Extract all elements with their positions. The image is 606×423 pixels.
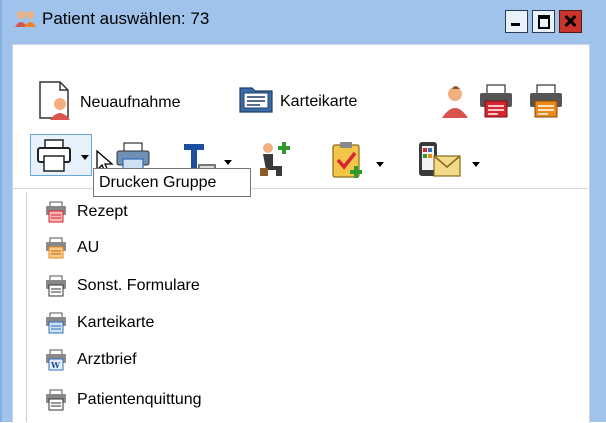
printer-orange-form-icon <box>528 84 564 123</box>
print-group-menu: Rezept AU Sonst. Formulare Karteikarte W… <box>26 192 589 422</box>
waiting-room-button[interactable] <box>256 140 296 185</box>
karteikarte-button[interactable]: Karteikarte <box>238 82 357 121</box>
menu-item-label: Arztbrief <box>77 351 137 368</box>
rezept-printer-icon <box>45 201 67 223</box>
new-patient-icon <box>36 80 74 125</box>
title-bar[interactable]: Patient auswählen: 73 <box>2 0 606 36</box>
patient-person-icon <box>440 84 470 123</box>
neuaufnahme-label: Neuaufnahme <box>80 93 181 111</box>
menu-item-label: Rezept <box>77 203 128 220</box>
window-title: Patient auswählen: 73 <box>42 9 210 28</box>
arztbrief-printer-icon: W <box>45 349 67 371</box>
svg-text:W: W <box>50 360 61 370</box>
print-group-dropdown-caret[interactable] <box>81 155 89 160</box>
phone-mail-icon <box>416 140 464 185</box>
maximize-button[interactable] <box>532 10 555 33</box>
forms-printer-icon <box>45 275 67 297</box>
menu-item-rezept[interactable]: Rezept <box>45 198 128 226</box>
sms-mail-dropdown-caret[interactable] <box>472 162 480 167</box>
text-format-dropdown-caret[interactable] <box>224 160 232 165</box>
tooltip: Drucken Gruppe <box>93 168 251 197</box>
printer-icon <box>37 139 71 178</box>
karteikarte-label: Karteikarte <box>280 92 358 110</box>
clipboard-check-button[interactable] <box>330 140 384 185</box>
patient-info-button[interactable] <box>440 84 470 123</box>
clipboard-check-add-icon <box>330 140 364 185</box>
menu-item-label: AU <box>77 239 100 256</box>
print-red-button[interactable] <box>478 84 514 123</box>
minimize-button[interactable] <box>505 10 528 33</box>
karteikarte-printer-icon <box>45 312 67 334</box>
au-printer-icon <box>45 237 67 259</box>
neuaufnahme-button[interactable]: Neuaufnahme <box>36 80 181 125</box>
menu-item-au[interactable]: AU <box>45 234 99 262</box>
menu-item-sonst-formulare[interactable]: Sonst. Formulare <box>45 272 200 300</box>
menu-item-label: Sonst. Formulare <box>77 277 200 294</box>
menu-item-label: Karteikarte <box>77 314 155 331</box>
print-group-button[interactable] <box>30 134 92 176</box>
menu-item-karteikarte[interactable]: Karteikarte <box>45 309 154 337</box>
patient-add-chair-icon <box>256 140 296 185</box>
close-button[interactable] <box>559 10 582 33</box>
printer-red-form-icon <box>478 84 514 123</box>
record-card-icon <box>238 82 274 121</box>
menu-item-label: Patientenquittung <box>77 391 202 408</box>
menu-item-arztbrief[interactable]: W Arztbrief <box>45 346 137 374</box>
quittung-printer-icon <box>45 389 67 411</box>
patients-icon <box>14 9 38 34</box>
print-orange-button[interactable] <box>528 84 564 123</box>
sms-mail-button[interactable] <box>416 140 480 185</box>
clipboard-dropdown-caret[interactable] <box>376 162 384 167</box>
menu-item-patientenquittung[interactable]: Patientenquittung <box>45 386 202 414</box>
